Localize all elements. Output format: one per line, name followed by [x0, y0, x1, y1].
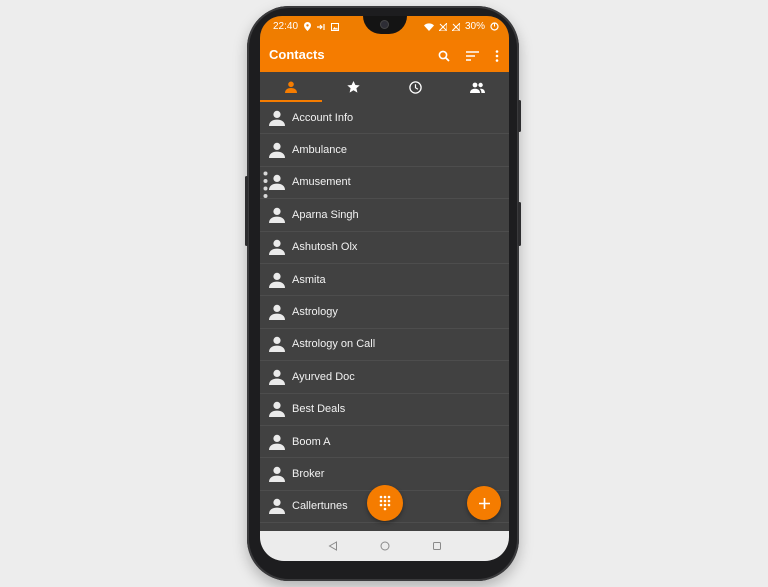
camera-notch [362, 16, 407, 34]
tab-groups[interactable] [447, 72, 509, 102]
person-icon [264, 272, 290, 288]
contact-name: Callertunes [292, 500, 348, 513]
tab-contacts[interactable] [260, 72, 323, 102]
contact-name: Ambulance [292, 144, 348, 157]
contact-row[interactable]: Boom A [260, 426, 509, 459]
add-contact-button[interactable] [467, 486, 501, 520]
person-icon [264, 110, 290, 126]
battery-percent: 30% [464, 21, 485, 32]
contact-row[interactable]: Best Deals [260, 394, 509, 426]
group-icon [470, 82, 486, 93]
wifi-icon [423, 22, 434, 31]
contact-row[interactable]: Astrology [260, 296, 509, 329]
person-icon [264, 336, 290, 353]
tab-bar [260, 72, 509, 102]
system-nav-bar [260, 531, 509, 561]
phone-screen: 22:40 30% Contacts Account Info Ambulanc… [260, 16, 509, 561]
person-icon [285, 81, 298, 93]
contact-row[interactable]: Aparna Singh [260, 199, 509, 232]
power-button [518, 202, 521, 246]
contact-row[interactable]: Account Info [260, 102, 509, 135]
contact-name: Broker [292, 467, 325, 480]
page-title: Contacts [269, 47, 325, 62]
tab-favorites[interactable] [322, 72, 384, 102]
contact-name: Boom A [292, 435, 331, 448]
contact-row[interactable]: Amusement [260, 167, 509, 200]
tab-recents[interactable] [385, 72, 447, 102]
contact-row[interactable]: Asmita [260, 264, 509, 297]
home-icon[interactable] [380, 541, 390, 551]
contact-name: Amusement [292, 176, 351, 189]
contact-list: Account Info Ambulance Amusement Aparna Sin… [260, 102, 509, 524]
contact-name: Ayurved Doc [292, 370, 355, 383]
person-icon [264, 207, 290, 223]
more-options-button[interactable] [489, 45, 505, 67]
person-icon [264, 239, 290, 256]
person-icon [264, 401, 290, 418]
no-sim-icon [451, 22, 460, 31]
add-icon [478, 497, 490, 509]
app-bar: Contacts [260, 40, 509, 72]
alert-slider [518, 100, 521, 132]
contact-name: Account Info [292, 111, 354, 124]
contact-row[interactable]: Astrology on Call [260, 329, 509, 362]
no-signal-icon [438, 22, 447, 31]
person-icon [264, 466, 290, 482]
sync-icon [490, 22, 499, 31]
person-icon [264, 142, 290, 159]
sort-icon [465, 51, 479, 61]
person-icon [264, 498, 290, 515]
status-bar: 22:40 30% [260, 16, 509, 40]
star-icon [347, 81, 360, 93]
contact-row[interactable]: Ayurved Doc [260, 361, 509, 394]
sort-button[interactable] [461, 45, 483, 67]
clock-icon [409, 80, 422, 94]
person-icon [264, 369, 290, 385]
search-icon [438, 50, 450, 62]
more-icon [495, 50, 499, 62]
search-button[interactable] [433, 45, 455, 67]
recents-icon[interactable] [432, 541, 442, 551]
person-icon [264, 434, 290, 450]
fast-scroll-handle[interactable] [263, 171, 268, 199]
call-forward-icon [317, 23, 325, 30]
contact-name: Aparna Singh [292, 208, 359, 221]
dialpad-button[interactable] [367, 485, 403, 521]
contact-name: Best Deals [292, 403, 346, 416]
status-time: 22:40 [273, 21, 299, 32]
front-camera [380, 20, 389, 29]
contact-name: Astrology on Call [292, 338, 376, 351]
contact-row[interactable]: Ambulance [260, 134, 509, 167]
location-icon [304, 22, 312, 31]
contact-name: Astrology [292, 306, 338, 319]
contact-name: Asmita [292, 273, 326, 286]
back-icon[interactable] [327, 541, 338, 551]
dialpad-icon [379, 495, 391, 511]
contact-name: Ashutosh Olx [292, 241, 358, 254]
contact-row[interactable]: Ashutosh Olx [260, 232, 509, 264]
person-icon [264, 304, 290, 321]
volume-button [245, 176, 248, 246]
image-icon [331, 22, 340, 31]
